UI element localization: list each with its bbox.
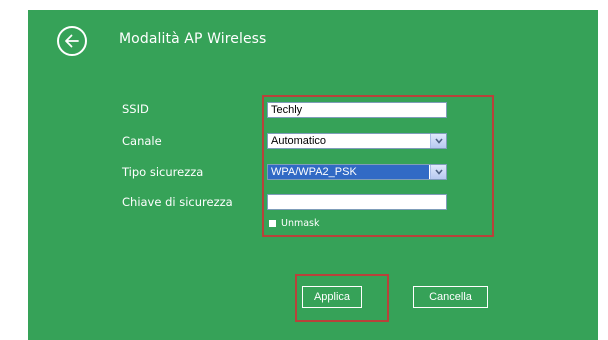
channel-label: Canale [122, 134, 162, 148]
chevron-down-icon[interactable] [430, 134, 446, 148]
unmask-row: Unmask [269, 218, 320, 229]
security-type-value: WPA/WPA2_PSK [268, 165, 429, 179]
ssid-label: SSID [122, 102, 149, 116]
security-key-input[interactable] [267, 194, 447, 210]
channel-select[interactable]: Automatico [267, 133, 447, 149]
security-type-label: Tipo sicurezza [122, 165, 204, 179]
cancel-button[interactable]: Cancella [413, 286, 488, 308]
chevron-down-icon[interactable] [430, 165, 446, 179]
arrow-left-circle-icon [65, 34, 79, 48]
security-type-select[interactable]: WPA/WPA2_PSK [267, 164, 447, 180]
ssid-input[interactable] [267, 102, 447, 118]
apply-button[interactable]: Applica [302, 286, 362, 308]
unmask-label: Unmask [281, 218, 320, 229]
page-title: Modalità AP Wireless [119, 31, 267, 47]
channel-value: Automatico [271, 135, 327, 147]
unmask-checkbox[interactable] [269, 220, 276, 227]
back-button[interactable] [57, 26, 87, 56]
security-key-label: Chiave di sicurezza [122, 195, 233, 209]
